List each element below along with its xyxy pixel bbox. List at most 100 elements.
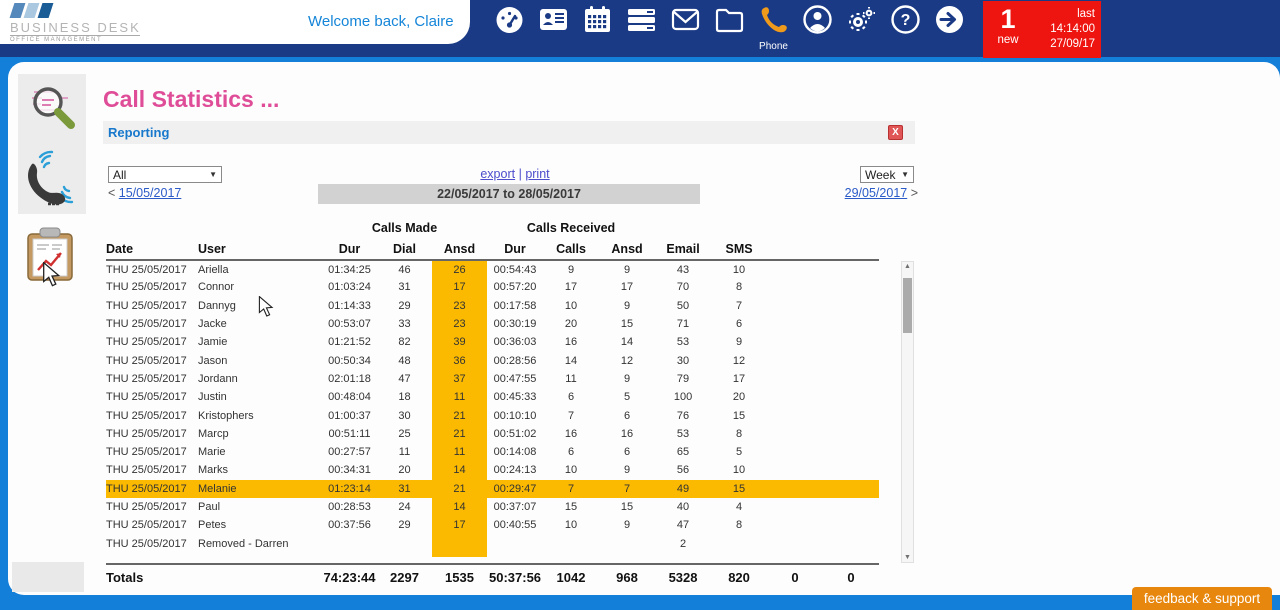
table-row[interactable]: THU 25/05/2017Marcp00:51:11252100:51:021… — [106, 425, 879, 443]
table-row[interactable]: THU 25/05/2017Jamie01:21:52823900:36:031… — [106, 333, 879, 351]
cell-value: 00:51:11 — [322, 425, 377, 443]
cell-user: Marcp — [198, 425, 322, 443]
cell-date: THU 25/05/2017 — [106, 534, 198, 552]
cell-user: Jason — [198, 351, 322, 369]
folder-icon[interactable] — [714, 4, 745, 38]
contacts-card-icon[interactable] — [538, 4, 569, 38]
cell-user: Paul — [198, 498, 322, 516]
settings-icon[interactable] — [846, 4, 877, 38]
scrollbar-up-icon[interactable]: ▲ — [902, 263, 913, 270]
col-header-extra — [823, 238, 879, 260]
logo-panel: BUSINESS DESK OFFICE MANAGEMENT Welcome … — [0, 0, 470, 44]
cell-value: 23 — [432, 315, 487, 333]
group-header-spacer — [655, 218, 879, 238]
cell-value: 20 — [711, 388, 767, 406]
cell-value — [767, 351, 823, 369]
user-filter-select[interactable]: All▼ — [108, 166, 222, 183]
phone-icon[interactable]: Phone — [758, 4, 789, 38]
search-report-icon[interactable] — [24, 80, 80, 141]
cell-value — [767, 370, 823, 388]
table-row[interactable]: THU 25/05/2017Jason00:50:34483600:28:561… — [106, 351, 879, 369]
server-list-icon[interactable] — [626, 4, 657, 38]
cell-user: Jamie — [198, 333, 322, 351]
scrollbar-down-icon[interactable]: ▼ — [902, 554, 913, 561]
phone-stats-icon[interactable] — [18, 150, 82, 217]
cell-user: Jordann — [198, 370, 322, 388]
help-icon[interactable]: ? — [890, 4, 921, 38]
table-row[interactable]: THU 25/05/2017Justin00:48:04181100:45:33… — [106, 388, 879, 406]
logout-icon[interactable] — [934, 4, 965, 38]
email-icon[interactable] — [670, 4, 701, 38]
notification-box[interactable]: 1 new last 14:14:00 27/09/17 — [983, 1, 1101, 58]
cell-value: 53 — [655, 333, 711, 351]
cell-value: 5 — [711, 443, 767, 461]
col-header-ansd-received: Ansd — [599, 238, 655, 260]
cell-value: 7 — [543, 480, 599, 498]
page-title: Call Statistics ... — [103, 86, 279, 113]
export-link[interactable]: export — [480, 167, 515, 181]
cell-value: 00:37:56 — [322, 516, 377, 534]
svg-text:?: ? — [901, 12, 911, 29]
close-icon[interactable]: X — [888, 125, 903, 140]
cell-value: 00:27:57 — [322, 443, 377, 461]
table-scrollbar[interactable]: ▲ ▼ — [901, 261, 914, 563]
cell-value: 01:34:25 — [322, 260, 377, 278]
feedback-support-button[interactable]: feedback & support — [1132, 587, 1272, 610]
cell-value: 12 — [711, 351, 767, 369]
cell-value: 01:00:37 — [322, 406, 377, 424]
cell-value: 76 — [655, 406, 711, 424]
cell-value: 56 — [655, 461, 711, 479]
table-row[interactable]: THU 25/05/2017Connor01:03:24311700:57:20… — [106, 278, 879, 296]
cell-date: THU 25/05/2017 — [106, 461, 198, 479]
col-header-dur-received: Dur — [487, 238, 543, 260]
cell-value: 9 — [599, 370, 655, 388]
cell-value — [823, 443, 879, 461]
cell-date: THU 25/05/2017 — [106, 443, 198, 461]
table-row[interactable]: THU 25/05/2017Marie00:27:57111100:14:086… — [106, 443, 879, 461]
group-header-spacer — [106, 218, 322, 238]
cell-value: 00:50:34 — [322, 351, 377, 369]
table-row[interactable]: THU 25/05/2017Ariella01:34:25462600:54:4… — [106, 260, 879, 278]
cell-value: 4 — [711, 498, 767, 516]
table-row[interactable]: THU 25/05/2017Paul00:28:53241400:37:0715… — [106, 498, 879, 516]
cell-value: 100 — [655, 388, 711, 406]
cell-value: 79 — [655, 370, 711, 388]
table-row[interactable]: THU 25/05/2017Removed - Darren2 — [106, 534, 879, 552]
cell-value — [823, 388, 879, 406]
cell-value: 01:14:33 — [322, 297, 377, 315]
cell-value — [767, 297, 823, 315]
next-week-link[interactable]: 29/05/2017 — [845, 186, 908, 200]
scrollbar-thumb[interactable] — [903, 278, 912, 333]
reports-clipboard-icon[interactable] — [24, 226, 76, 289]
dashboard-icon[interactable] — [494, 4, 525, 38]
prev-week-nav: < 15/05/2017 — [108, 186, 181, 200]
table-row[interactable]: THU 25/05/2017Marks00:34:31201400:24:131… — [106, 461, 879, 479]
table-row[interactable]: THU 25/05/2017Jacke00:53:07332300:30:192… — [106, 315, 879, 333]
total-value: 5328 — [655, 564, 711, 590]
calendar-icon[interactable] — [582, 4, 613, 38]
cell-value: 00:48:04 — [322, 388, 377, 406]
cell-value — [487, 534, 543, 552]
table-row[interactable]: THU 25/05/2017Dannyg01:14:33292300:17:58… — [106, 297, 879, 315]
main-panel: Call Statistics ... Reporting X All▼ Wee… — [8, 62, 1280, 595]
table-row[interactable]: THU 25/05/2017Kristophers01:00:37302100:… — [106, 406, 879, 424]
print-link[interactable]: print — [525, 167, 549, 181]
total-value: 1535 — [432, 564, 487, 590]
cell-date: THU 25/05/2017 — [106, 388, 198, 406]
table-row[interactable]: THU 25/05/2017Petes00:37:56291700:40:551… — [106, 516, 879, 534]
sidebar-bottom-item[interactable] — [12, 562, 84, 592]
col-header-dial: Dial — [377, 238, 432, 260]
page: BUSINESS DESK OFFICE MANAGEMENT Welcome … — [0, 0, 1280, 610]
user-icon[interactable] — [802, 4, 833, 38]
period-select[interactable]: Week▼ — [860, 166, 914, 183]
cell-value — [823, 461, 879, 479]
cell-user: Connor — [198, 278, 322, 296]
cell-value: 2 — [655, 534, 711, 552]
table-row[interactable]: THU 25/05/2017Jordann02:01:18473700:47:5… — [106, 370, 879, 388]
prev-week-link[interactable]: 15/05/2017 — [119, 186, 182, 200]
cell-value — [599, 534, 655, 552]
cell-value: 00:45:33 — [487, 388, 543, 406]
logo-title: BUSINESS DESK — [10, 18, 140, 36]
table-row[interactable]: THU 25/05/2017Melanie01:23:14312100:29:4… — [106, 480, 879, 498]
cell-value: 00:29:47 — [487, 480, 543, 498]
